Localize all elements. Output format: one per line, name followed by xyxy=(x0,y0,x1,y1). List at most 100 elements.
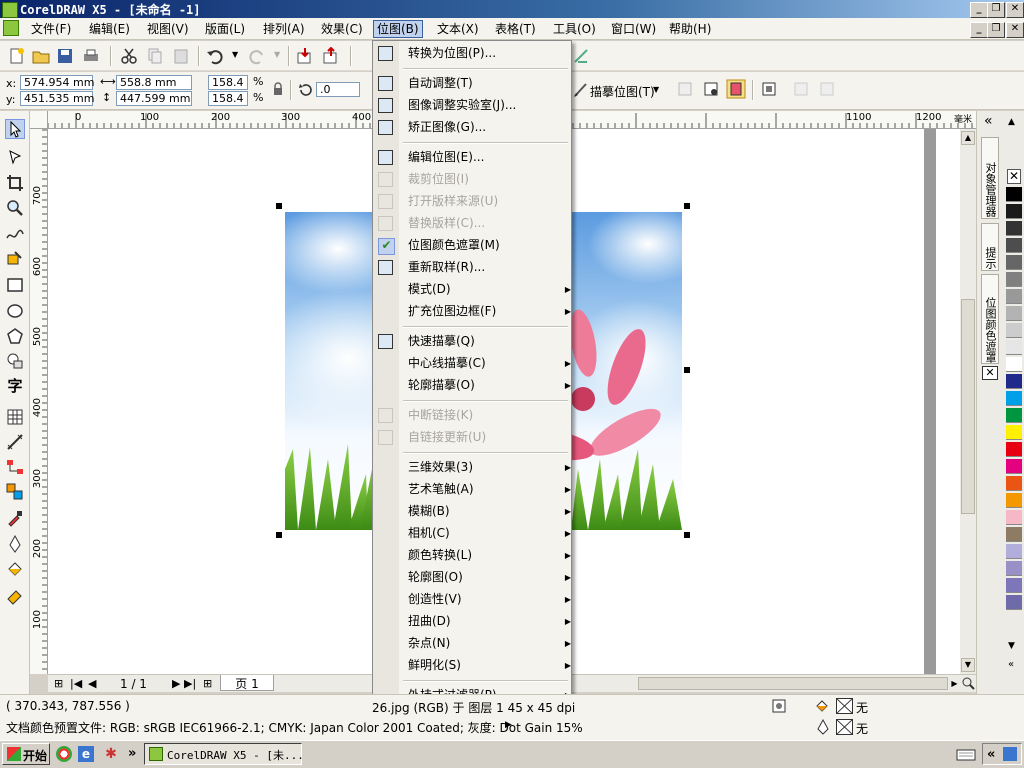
ie-quicklaunch-icon[interactable]: e xyxy=(78,746,94,762)
edit-bitmap-icon[interactable] xyxy=(726,79,746,99)
blend-tool-icon[interactable] xyxy=(6,483,24,501)
color-swatch[interactable] xyxy=(1006,425,1022,440)
bitmap-menu-item[interactable]: 轮廓描摹(O) ▶ xyxy=(400,375,579,396)
scale-y-field[interactable]: 158.4 xyxy=(208,91,248,106)
bitmap-menu-item[interactable]: 创造性(V) ▶ xyxy=(400,589,579,610)
bitmap-menu-item[interactable]: 模糊(B) ▶ xyxy=(400,501,579,522)
bitmap-menu-item[interactable]: 快速描摹(Q) xyxy=(400,331,579,352)
scroll-down-button[interactable]: ▼ xyxy=(961,658,975,672)
object-manager-tab[interactable]: 对象管理器 xyxy=(981,137,999,219)
resample-icon[interactable] xyxy=(702,80,720,98)
bitmap-menu-item[interactable]: 图像调整实验室(J)... xyxy=(400,95,579,116)
menu-file[interactable]: 文件(F) xyxy=(28,21,74,37)
profile-expand-icon[interactable]: ▶ xyxy=(505,720,512,730)
document-icon[interactable] xyxy=(3,20,19,36)
rectangle-tool-icon[interactable] xyxy=(6,276,24,294)
wrap-text-icon[interactable] xyxy=(760,80,778,98)
x-position-field[interactable]: 574.954 mm xyxy=(20,75,94,90)
no-color-swatch[interactable]: ✕ xyxy=(1007,169,1021,184)
menu-layout[interactable]: 版面(L) xyxy=(202,21,248,37)
page-tab[interactable]: 页 1 xyxy=(220,675,274,691)
y-position-field[interactable]: 451.535 mm xyxy=(20,91,94,106)
color-swatch[interactable] xyxy=(1006,221,1022,236)
dimension-tool-icon[interactable] xyxy=(6,433,24,451)
scale-x-field[interactable]: 158.4 xyxy=(208,75,248,90)
shape-tool-icon[interactable] xyxy=(6,148,24,166)
to-front-icon[interactable] xyxy=(792,80,810,98)
keyboard-icon[interactable] xyxy=(956,746,976,762)
bitmap-menu-item[interactable]: 自动调整(T) xyxy=(400,73,579,94)
trace-dropdown-icon[interactable]: ▼ xyxy=(653,85,659,94)
doc-minimize-button[interactable]: _ xyxy=(970,22,988,38)
menu-text[interactable]: 文本(X) xyxy=(434,21,482,37)
trace-bitmap-button[interactable]: 描摹位图(T) xyxy=(590,83,655,100)
color-swatch[interactable] xyxy=(1006,306,1022,321)
color-swatch[interactable] xyxy=(1006,238,1022,253)
color-swatch[interactable] xyxy=(1006,187,1022,202)
cut-icon[interactable] xyxy=(120,47,138,65)
crop-bitmap-icon[interactable] xyxy=(676,80,694,98)
bitmap-menu-item[interactable]: 颜色转换(L) ▶ xyxy=(400,545,579,566)
export-icon[interactable] xyxy=(322,47,340,65)
bitmap-menu-item[interactable]: 杂点(N) ▶ xyxy=(400,633,579,654)
vertical-scroll-thumb[interactable] xyxy=(961,299,975,514)
color-swatch[interactable] xyxy=(1006,476,1022,491)
navigator-zoom-icon[interactable] xyxy=(961,676,976,691)
close-docker-icon[interactable]: ✕ xyxy=(982,366,998,380)
table-tool-icon[interactable] xyxy=(6,408,24,426)
bitmap-menu-item[interactable]: 模式(D) ▶ xyxy=(400,279,579,300)
menu-bitmaps[interactable]: 位图(B) xyxy=(373,20,423,38)
bitmap-menu-item[interactable]: 重新取样(R)... xyxy=(400,257,579,278)
menu-view[interactable]: 视图(V) xyxy=(144,21,192,37)
color-swatch[interactable] xyxy=(1006,289,1022,304)
taskbar-chevron[interactable]: » xyxy=(128,746,136,761)
color-swatch[interactable] xyxy=(1006,459,1022,474)
bitmap-menu-item[interactable]: 扩充位图边框(F) ▶ xyxy=(400,301,579,322)
bitmap-menu-item[interactable]: 扭曲(D) ▶ xyxy=(400,611,579,632)
undo-icon[interactable] xyxy=(206,47,224,65)
chrome-quicklaunch-icon[interactable] xyxy=(56,746,72,762)
color-swatch[interactable] xyxy=(1006,527,1022,542)
fill-tool-icon[interactable] xyxy=(6,561,24,579)
menu-arrange[interactable]: 排列(A) xyxy=(260,21,308,37)
start-button[interactable]: 开始 xyxy=(2,743,50,765)
palette-scroll-up-icon[interactable]: ▲ xyxy=(1008,117,1015,127)
color-swatch[interactable] xyxy=(1006,374,1022,389)
palette-expand-icon[interactable]: « xyxy=(1008,659,1014,670)
bitmap-menu-item[interactable]: 鲜明化(S) ▶ xyxy=(400,655,579,676)
color-swatch[interactable] xyxy=(1006,357,1022,372)
redo-icon[interactable] xyxy=(248,47,266,65)
height-field[interactable]: 447.599 mm xyxy=(116,91,192,106)
menu-table[interactable]: 表格(T) xyxy=(492,21,539,37)
paste-icon[interactable] xyxy=(172,47,190,65)
color-profile-info[interactable]: 文档颜色预置文件: RGB: sRGB IEC61966-2.1; CMYK: … xyxy=(6,719,583,736)
bitmap-menu-item[interactable]: 轮廓图(O) ▶ xyxy=(400,567,579,588)
bitmap-menu-item[interactable]: 相机(C) ▶ xyxy=(400,523,579,544)
scroll-right-button[interactable]: ▶ xyxy=(948,677,961,690)
freehand-tool-icon[interactable] xyxy=(6,224,24,242)
palette-scroll-down-icon[interactable]: ▼ xyxy=(1008,641,1015,651)
polygon-tool-icon[interactable] xyxy=(6,327,24,345)
menu-help[interactable]: 帮助(H) xyxy=(666,21,714,37)
last-page-icon[interactable]: ▶| xyxy=(184,677,196,690)
scroll-up-button[interactable]: ▲ xyxy=(961,131,975,145)
hints-tab[interactable]: 提示 xyxy=(981,223,999,271)
menu-effects[interactable]: 效果(C) xyxy=(318,21,366,37)
color-swatch[interactable] xyxy=(1006,391,1022,406)
prev-page-icon[interactable]: ◀ xyxy=(88,677,96,690)
collapse-docker-icon[interactable]: « xyxy=(984,113,993,129)
new-document-icon[interactable] xyxy=(8,47,26,65)
tray-expand-icon[interactable]: « xyxy=(987,747,995,762)
color-swatch[interactable] xyxy=(1006,493,1022,508)
bitmap-menu-item[interactable]: 艺术笔触(A) ▶ xyxy=(400,479,579,500)
color-swatch[interactable] xyxy=(1006,408,1022,423)
network-tray-icon[interactable] xyxy=(1003,747,1017,761)
copy-icon[interactable] xyxy=(146,47,164,65)
undo-dropdown-icon[interactable]: ▼ xyxy=(232,50,238,59)
color-swatch[interactable] xyxy=(1006,561,1022,576)
prev-first-icon[interactable]: |◀ xyxy=(70,677,82,690)
bitmap-color-mask-tab[interactable]: 位图颜色遮罩 xyxy=(981,274,999,364)
open-folder-icon[interactable] xyxy=(32,47,50,65)
color-swatch[interactable] xyxy=(1006,544,1022,559)
taskbar-coreldraw-button[interactable]: CorelDRAW X5 - [未... xyxy=(144,743,304,765)
